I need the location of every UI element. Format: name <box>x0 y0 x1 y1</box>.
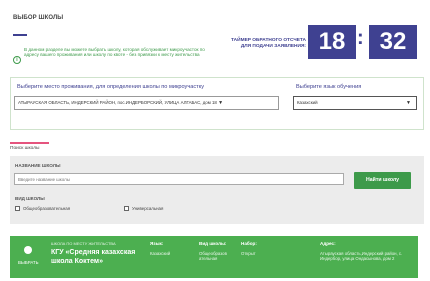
tab-search-school[interactable]: Поиск школы <box>10 146 39 151</box>
enrollment-header: Набор: <box>241 241 257 246</box>
school-name-label: НАЗВАНИЕ ШКОЛЫ <box>15 163 61 168</box>
chevron-down-icon: ▼ <box>218 100 224 106</box>
timer-seconds: 32 <box>369 25 417 59</box>
place-label: Выберите место проживания, для определен… <box>17 84 205 90</box>
select-school-radio[interactable] <box>24 246 32 254</box>
language-label: Выберите язык обучения <box>296 84 362 90</box>
timer-label-line-2: ДЛЯ ПОДАЧИ ЗАЯВЛЕНИЯ: <box>240 43 306 49</box>
timer-label: ТАЙМЕР ОБРАТНОГО ОТСЧЕТА ДЛЯ ПОДАЧИ ЗАЯВ… <box>210 38 306 49</box>
chevron-down-icon: ▼ <box>406 100 411 106</box>
find-school-button[interactable]: Найти школу <box>354 172 411 189</box>
checkbox-general[interactable] <box>15 206 20 211</box>
school-type-value: Общеобразов ательная <box>199 251 227 262</box>
school-category-label: ШКОЛА ПО МЕСТУ ЖИТЕЛЬСТВА <box>51 241 116 246</box>
info-line-2: адресу вашего проживания или школу по кв… <box>24 52 200 58</box>
language-select[interactable]: Казахский ▼ <box>293 96 417 110</box>
info-text: В данном разделе вы можете выбрать школу… <box>24 47 214 57</box>
tab-active-indicator <box>10 142 49 144</box>
school-type-label: ВИД ШКОЛЫ <box>15 196 45 201</box>
language-header: Язык: <box>150 241 164 246</box>
info-icon: i <box>13 56 21 64</box>
place-select[interactable]: АТЫРАУСКАЯ ОБЛАСТЬ, ИНДЕРСКИЙ РАЙОН, пос… <box>14 96 279 110</box>
checkbox-general-label: Общеобразовательная <box>23 206 71 211</box>
language-value: Казахский <box>150 251 171 256</box>
checkbox-universal[interactable] <box>124 206 129 211</box>
school-type-header: Вид школы: <box>199 241 227 246</box>
school-name: КГУ «Средняя казахская школа Коктем» <box>51 249 136 265</box>
checkbox-universal-label: Универсальная <box>132 206 164 211</box>
school-name-input[interactable] <box>14 173 344 185</box>
language-select-value: Казахский <box>297 100 318 105</box>
enrollment-value: Открыт <box>241 251 256 256</box>
search-panel <box>10 156 424 224</box>
timer-colon: : <box>357 27 364 49</box>
address-value: Атырауская область,Индерский район, с. И… <box>320 251 403 262</box>
place-select-value: АТЫРАУСКАЯ ОБЛАСТЬ, ИНДЕРСКИЙ РАЙОН, пос… <box>18 100 217 105</box>
address-header: Адрес: <box>320 241 336 246</box>
title-underline <box>13 34 27 36</box>
timer-minutes: 18 <box>308 25 356 59</box>
choose-label: ВЫБРАТЬ <box>18 260 39 265</box>
page-title: ВЫБОР ШКОЛЫ <box>13 15 64 21</box>
